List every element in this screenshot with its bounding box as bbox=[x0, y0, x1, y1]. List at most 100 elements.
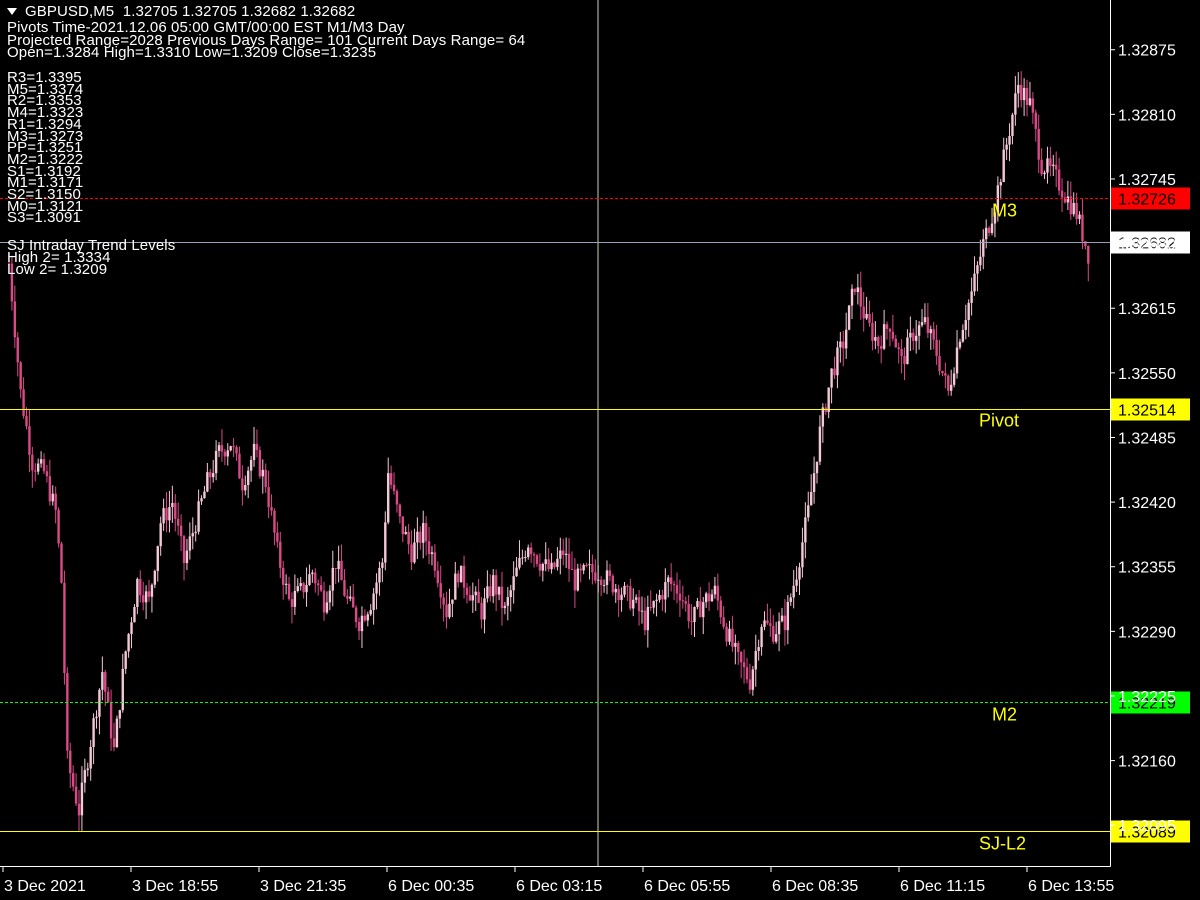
price-tick-label: 1.32875 bbox=[1118, 43, 1176, 60]
candle-body bbox=[45, 471, 49, 477]
candle-body bbox=[967, 302, 970, 321]
collapse-triangle-icon[interactable] bbox=[7, 8, 17, 15]
level-label-sj-l2: SJ-L2 bbox=[979, 834, 1026, 854]
candle-body bbox=[879, 345, 883, 349]
candle-body bbox=[284, 583, 288, 585]
candle-body bbox=[780, 615, 784, 622]
candle-body bbox=[354, 607, 358, 623]
candle-body bbox=[856, 287, 860, 293]
candle-body bbox=[261, 469, 264, 477]
candle-body bbox=[226, 450, 229, 457]
time-tick-label: 6 Dec 11:15 bbox=[900, 878, 985, 895]
candle-body bbox=[503, 605, 507, 609]
candle-body bbox=[669, 577, 673, 585]
candle-body bbox=[1022, 87, 1026, 101]
candle-body bbox=[1078, 214, 1081, 220]
candle-body bbox=[439, 583, 442, 598]
candle-body bbox=[165, 508, 168, 521]
candle-body bbox=[570, 568, 574, 570]
candle-body bbox=[296, 586, 299, 592]
candle-body bbox=[39, 459, 43, 464]
candle-body bbox=[229, 446, 232, 451]
price-tick-label: 1.32420 bbox=[1118, 495, 1176, 512]
candle-body bbox=[976, 265, 979, 274]
candle-body bbox=[681, 600, 685, 602]
price-tick-label: 1.32745 bbox=[1118, 172, 1176, 189]
candle-body bbox=[459, 565, 463, 583]
candle-body bbox=[185, 550, 189, 564]
candle-body bbox=[868, 313, 871, 323]
candle-body bbox=[807, 505, 810, 518]
candle-body bbox=[252, 443, 256, 461]
candle-body bbox=[1072, 202, 1075, 215]
candle-body bbox=[63, 582, 66, 674]
candle-body bbox=[293, 591, 297, 607]
candle-body bbox=[346, 595, 349, 599]
candle-body bbox=[827, 387, 830, 413]
candle-body bbox=[512, 576, 515, 591]
candle-body bbox=[71, 773, 75, 787]
candle-body bbox=[19, 362, 22, 390]
candle-body bbox=[314, 572, 317, 584]
candle-body bbox=[579, 568, 582, 571]
candle-body bbox=[89, 746, 92, 769]
candle-body bbox=[147, 591, 151, 597]
candle-body bbox=[667, 577, 670, 583]
candle-body bbox=[492, 575, 495, 597]
candle-body bbox=[640, 610, 644, 612]
candle-body bbox=[734, 643, 737, 647]
candle-body bbox=[1043, 172, 1046, 175]
candle-body bbox=[389, 473, 393, 485]
candle-body bbox=[416, 531, 419, 543]
candle-body bbox=[935, 339, 938, 356]
candle-body bbox=[850, 288, 854, 306]
ohlc-info: Open=1.3284 High=1.3310 Low=1.3209 Close… bbox=[7, 44, 377, 61]
candle-body bbox=[1066, 196, 1070, 203]
candle-body bbox=[101, 672, 104, 690]
candle-body bbox=[652, 600, 655, 608]
candle-body bbox=[739, 652, 743, 663]
candle-body bbox=[774, 634, 778, 642]
price-tick-label: 1.32615 bbox=[1118, 301, 1176, 318]
candle-body bbox=[955, 347, 959, 374]
candle-body bbox=[366, 614, 369, 621]
candle-body bbox=[611, 575, 615, 593]
candle-body bbox=[591, 564, 594, 573]
candle-body bbox=[480, 602, 483, 620]
candle-body bbox=[471, 595, 475, 601]
price-chart[interactable]: M31.327261.32682Pivot 1.32514M21.32219SJ-… bbox=[0, 0, 1200, 900]
level-label-pivot: Pivot bbox=[979, 411, 1019, 431]
candle-body bbox=[343, 580, 346, 596]
candle-body bbox=[171, 503, 174, 508]
time-tick-label: 3 Dec 2021 bbox=[4, 878, 86, 895]
candle-body bbox=[477, 591, 480, 603]
candle-body bbox=[255, 443, 259, 451]
time-tick-label: 6 Dec 03:15 bbox=[516, 878, 602, 895]
candle-body bbox=[751, 669, 755, 690]
candle-body bbox=[1025, 87, 1029, 105]
candle-body bbox=[182, 536, 186, 564]
candle-body bbox=[106, 691, 110, 703]
candle-body bbox=[223, 451, 227, 457]
candle-body bbox=[710, 594, 714, 602]
candle-body bbox=[433, 552, 437, 571]
time-tick-label: 6 Dec 13:55 bbox=[1028, 878, 1114, 895]
candle-body bbox=[197, 501, 200, 532]
price-tag-text-m3: 1.32726 bbox=[1118, 192, 1176, 209]
candle-body bbox=[436, 570, 439, 584]
candle-body bbox=[982, 239, 985, 257]
candle-body bbox=[836, 347, 839, 376]
candle-body bbox=[311, 572, 314, 575]
candle-body bbox=[684, 601, 687, 604]
candle-body bbox=[728, 628, 731, 642]
candle-body bbox=[812, 473, 816, 492]
candle-body bbox=[754, 650, 757, 670]
candle-body bbox=[987, 227, 991, 233]
candle-body bbox=[1002, 149, 1005, 183]
candle-body bbox=[141, 595, 145, 603]
candle-body bbox=[217, 445, 221, 451]
candle-body bbox=[328, 590, 332, 603]
candle-body bbox=[258, 450, 262, 477]
candle-body bbox=[1005, 144, 1008, 150]
candle-body bbox=[553, 562, 556, 568]
